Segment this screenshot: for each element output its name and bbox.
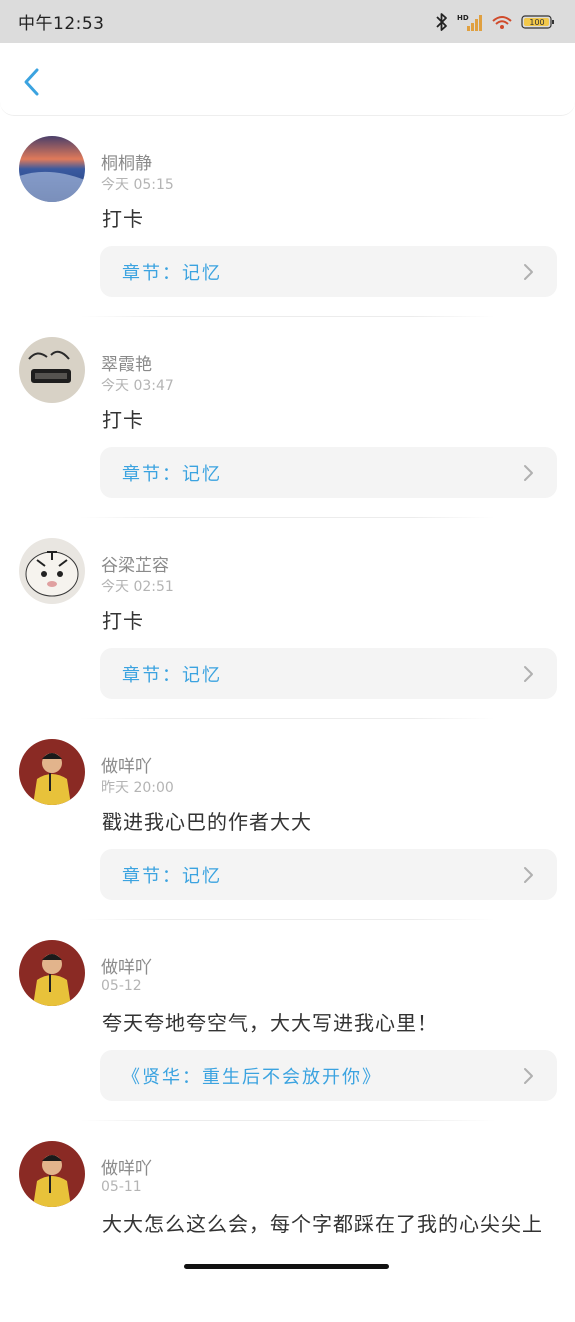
avatar[interactable] <box>19 940 85 1006</box>
user-name[interactable]: 谷梁芷容 <box>101 551 169 576</box>
chevron-right-icon <box>524 867 533 883</box>
list-item: 做咩吖 昨天 20:00 戳进我心巴的作者大大 章节：记忆 <box>0 719 575 920</box>
list-item: 谷梁芷容 今天 02:51 打卡 章节：记忆 <box>0 518 575 719</box>
user-name[interactable]: 做咩吖 <box>101 953 152 978</box>
svg-text:100: 100 <box>529 18 544 27</box>
chapter-link[interactable]: 章节：记忆 <box>100 849 557 900</box>
chapter-label: 章节：记忆 <box>122 865 222 887</box>
chevron-right-icon <box>524 1068 533 1084</box>
bluetooth-icon <box>435 12 449 32</box>
list-item: 桐桐静 今天 05:15 打卡 章节：记忆 <box>0 116 575 317</box>
timestamp: 05-12 <box>101 978 142 994</box>
comment-text: 打卡 <box>102 207 144 231</box>
chapter-label: 章节：记忆 <box>122 463 222 485</box>
chapter-link[interactable]: 章节：记忆 <box>100 246 557 297</box>
chevron-right-icon <box>524 666 533 682</box>
comment-text: 戳进我心巴的作者大大 <box>102 810 312 834</box>
avatar[interactable] <box>19 538 85 604</box>
timestamp: 今天 05:15 <box>101 177 174 193</box>
battery-icon: 100 <box>521 14 555 30</box>
list-item: 翠霞艳 今天 03:47 打卡 章节：记忆 <box>0 317 575 518</box>
avatar[interactable] <box>19 337 85 403</box>
timestamp: 昨天 20:00 <box>101 780 174 796</box>
chapter-link[interactable]: 《贤华：重生后不会放开你》 <box>100 1050 557 1101</box>
user-name[interactable]: 桐桐静 <box>101 149 152 174</box>
signal-icon: HD <box>457 12 483 32</box>
status-icons: HD 100 <box>435 12 555 32</box>
timestamp: 05-11 <box>101 1179 142 1195</box>
chapter-label: 章节：记忆 <box>122 262 222 284</box>
chapter-link[interactable]: 章节：记忆 <box>100 447 557 498</box>
svg-text:HD: HD <box>457 14 469 22</box>
status-bar: 中午12:53 HD 100 <box>0 0 575 43</box>
comment-feed: 桐桐静 今天 05:15 打卡 章节：记忆 翠霞艳 今天 03:47 打卡 章节… <box>0 116 575 1322</box>
chevron-left-icon <box>24 68 39 96</box>
wifi-icon <box>491 13 513 31</box>
timestamp: 今天 03:47 <box>101 378 174 394</box>
comment-text: 大大怎么这么会，每个字都踩在了我的心尖尖上 <box>102 1212 543 1236</box>
header <box>0 43 575 116</box>
chapter-link[interactable]: 章节：记忆 <box>100 648 557 699</box>
chapter-label: 章节：记忆 <box>122 664 222 686</box>
user-name[interactable]: 做咩吖 <box>101 752 152 777</box>
user-name[interactable]: 做咩吖 <box>101 1154 152 1179</box>
avatar[interactable] <box>19 136 85 202</box>
comment-text: 打卡 <box>102 408 144 432</box>
comment-text: 打卡 <box>102 609 144 633</box>
avatar[interactable] <box>19 739 85 805</box>
back-button[interactable] <box>18 67 48 97</box>
status-time: 中午12:53 <box>18 14 105 34</box>
avatar[interactable] <box>19 1141 85 1207</box>
list-item: 做咩吖 05-12 夸天夸地夸空气，大大写进我心里！ 《贤华：重生后不会放开你》 <box>0 920 575 1121</box>
chapter-label: 《贤华：重生后不会放开你》 <box>122 1066 382 1088</box>
chevron-right-icon <box>524 465 533 481</box>
chevron-right-icon <box>524 264 533 280</box>
list-item: 做咩吖 05-11 大大怎么这么会，每个字都踩在了我的心尖尖上 <box>0 1121 575 1322</box>
comment-text: 夸天夸地夸空气，大大写进我心里！ <box>102 1011 438 1035</box>
timestamp: 今天 02:51 <box>101 579 174 595</box>
user-name[interactable]: 翠霞艳 <box>101 350 152 375</box>
home-indicator[interactable] <box>184 1264 389 1269</box>
